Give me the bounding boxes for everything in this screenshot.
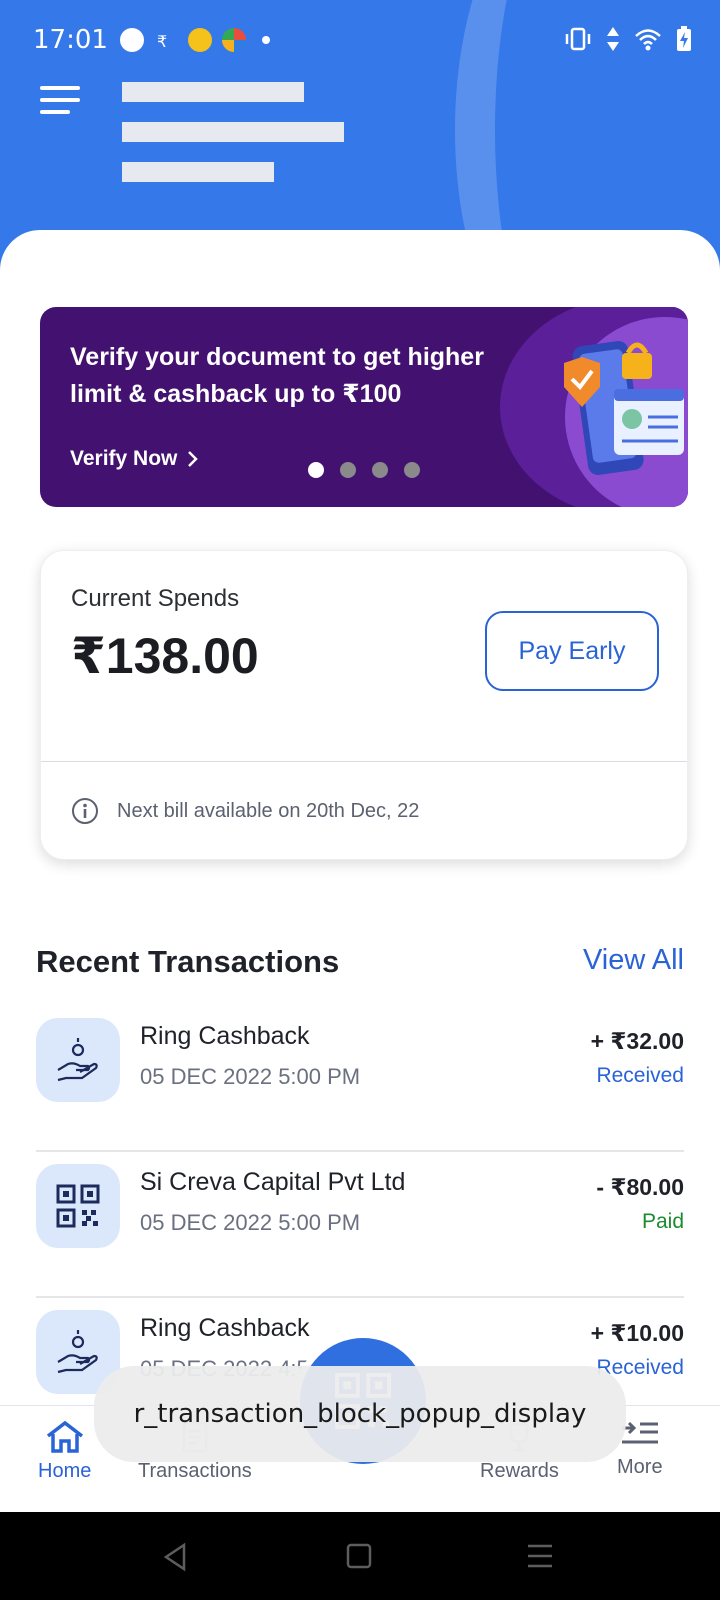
qr-code-icon <box>36 1164 120 1248</box>
back-icon[interactable] <box>160 1542 190 1572</box>
system-navigation-bar <box>0 1512 720 1600</box>
current-spends-amount: ₹138.00 <box>71 628 259 684</box>
document-verification-illustration <box>564 341 684 475</box>
user-detail-placeholder <box>122 162 274 182</box>
carousel-indicator <box>308 462 420 478</box>
cashback-hand-icon <box>36 1018 120 1102</box>
transaction-date: 05 DEC 2022 5:00 PM <box>140 1210 361 1235</box>
transaction-status: Received <box>596 1064 684 1087</box>
current-spends-label: Current Spends <box>71 585 240 612</box>
carousel-dot[interactable] <box>404 462 420 478</box>
home-square-icon[interactable] <box>346 1542 372 1570</box>
emoji-app-icon <box>188 28 212 52</box>
verify-now-label: Verify Now <box>70 447 178 470</box>
browser-app-icon <box>222 28 246 52</box>
app-notification-icon <box>120 28 144 52</box>
transaction-name: Ring Cashback <box>140 1022 310 1050</box>
carousel-dot-active[interactable] <box>308 462 324 478</box>
transaction-row[interactable]: Ring Cashback 05 DEC 2022 5:00 PM + ₹32.… <box>36 1006 684 1152</box>
chevron-right-icon <box>188 451 199 467</box>
promo-text: Verify your document to get higher limit… <box>70 343 484 408</box>
promo-banner[interactable]: Verify your document to get higher limit… <box>40 307 688 507</box>
transaction-amount: + ₹32.00 <box>590 1028 684 1054</box>
nav-more-label: More <box>617 1456 663 1478</box>
nav-home-label: Home <box>38 1460 92 1482</box>
data-transfer-icon <box>607 27 619 51</box>
battery-charging-icon <box>677 26 691 51</box>
pay-early-button[interactable]: Pay Early <box>485 611 659 691</box>
transaction-row[interactable]: Si Creva Capital Pvt Ltd 05 DEC 2022 5:0… <box>36 1152 684 1298</box>
more-notifications-icon <box>262 36 270 44</box>
notification-icons: ₹ <box>120 28 270 52</box>
current-spends-card: Current Spends ₹138.00 Pay Early Next bi… <box>40 550 688 860</box>
transaction-date: 05 DEC 2022 5:00 PM <box>140 1064 361 1089</box>
rupee-app-icon: ₹ <box>157 32 167 51</box>
svg-text:₹: ₹ <box>157 32 167 51</box>
nav-rewards-label: Rewards <box>480 1460 559 1482</box>
status-bar: 17:01 ₹ <box>0 0 720 80</box>
nav-transactions-label: Transactions <box>138 1460 252 1482</box>
card-divider <box>41 761 687 762</box>
vibrate-icon <box>565 27 591 51</box>
status-time: 17:01 <box>33 25 108 55</box>
recents-icon[interactable] <box>526 1542 554 1570</box>
toast-message: r_transaction_block_popup_display <box>94 1366 626 1462</box>
wifi-icon <box>635 29 661 51</box>
nav-home[interactable]: Home <box>38 1420 91 1483</box>
transaction-amount: - ₹80.00 <box>596 1174 684 1200</box>
carousel-dot[interactable] <box>340 462 356 478</box>
carousel-dot[interactable] <box>372 462 388 478</box>
transaction-amount: + ₹10.00 <box>590 1320 684 1346</box>
view-all-link[interactable]: View All <box>583 944 684 977</box>
next-bill-info: Next bill available on 20th Dec, 22 <box>71 797 419 825</box>
transaction-name: Si Creva Capital Pvt Ltd <box>140 1168 406 1196</box>
menu-icon[interactable] <box>40 86 80 116</box>
transaction-name: Ring Cashback <box>140 1314 310 1342</box>
next-bill-text: Next bill available on 20th Dec, 22 <box>117 799 420 822</box>
home-icon <box>46 1420 83 1453</box>
user-info-placeholder <box>122 122 344 142</box>
user-name-placeholder <box>122 82 304 102</box>
transaction-status: Paid <box>641 1210 684 1233</box>
verify-now-link[interactable]: Verify Now <box>70 447 199 471</box>
system-status-icons <box>564 26 692 52</box>
info-icon <box>72 798 98 824</box>
recent-transactions-title: Recent Transactions <box>36 944 340 979</box>
